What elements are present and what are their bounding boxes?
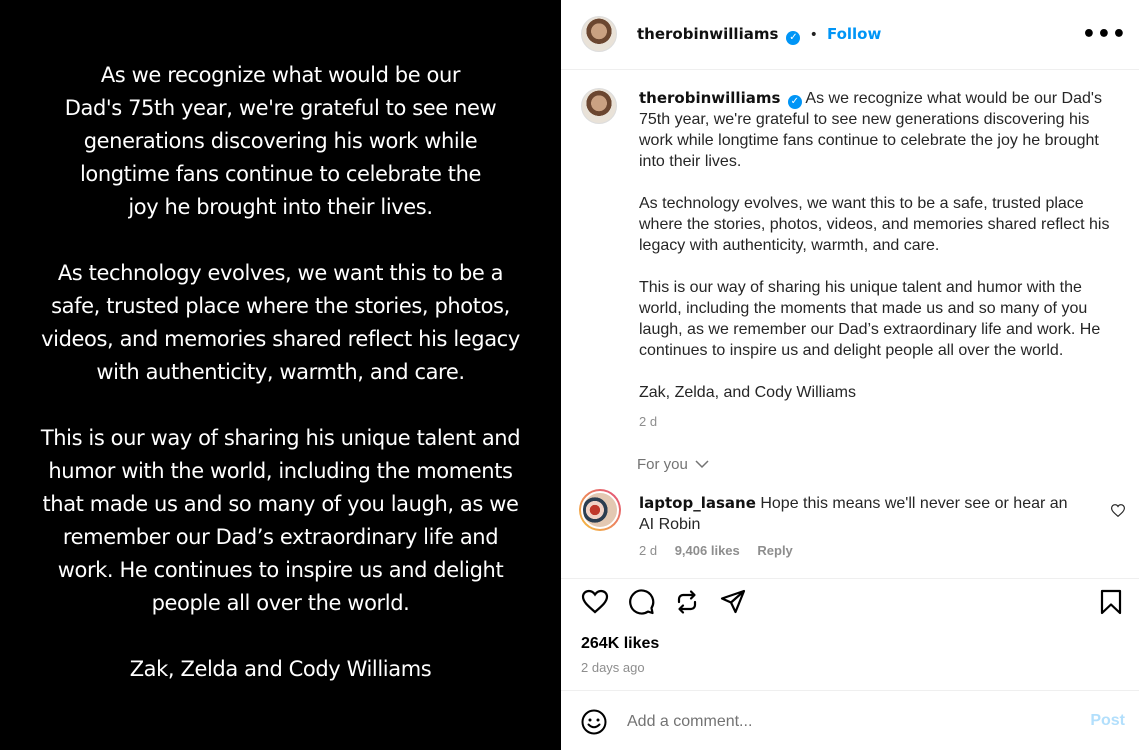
post-button[interactable]: Post — [1090, 712, 1125, 730]
post-side-panel: therobinwilliams ✓ • Follow ••• therobin… — [561, 0, 1139, 750]
commenter-username[interactable]: laptop_lasane — [639, 494, 756, 512]
author-username[interactable]: therobinwilliams — [637, 25, 778, 43]
image-paragraph-2: As technology evolves, we want this to b… — [28, 257, 533, 389]
caption-paragraph: As technology evolves, we want this to b… — [639, 195, 1110, 254]
image-line: As technology evolves, we want this to b… — [57, 261, 504, 285]
comment-likes[interactable]: 9,406 likes — [675, 543, 740, 558]
image-line: people all over the world. — [151, 591, 410, 615]
image-line: work. He continues to inspire us and del… — [57, 558, 504, 582]
image-line: Dad's 75th year, we're grateful to see n… — [64, 96, 497, 120]
caption: therobinwilliams ✓ As we recognize what … — [639, 88, 1114, 432]
comment-input[interactable] — [627, 710, 1067, 734]
image-line: This is our way of sharing his unique ta… — [40, 426, 521, 450]
comment-meta: 2 d 9,406 likes Reply — [639, 543, 807, 558]
author-avatar[interactable] — [581, 16, 617, 52]
post-image: As we recognize what would be our Dad's … — [0, 0, 561, 750]
caption-time[interactable]: 2 d — [639, 411, 1114, 432]
follow-button[interactable]: Follow — [827, 25, 881, 43]
image-line: humor with the world, including the mome… — [48, 459, 513, 483]
image-line: Zak, Zelda and Cody Williams — [129, 657, 432, 681]
comment-body: laptop_lasane Hope this means we'll neve… — [639, 493, 1079, 535]
likes-count[interactable]: 264K likes — [581, 635, 659, 653]
comments-filter-label: For you — [637, 456, 688, 473]
emoji-icon[interactable] — [581, 709, 607, 739]
image-line: As we recognize what would be our — [100, 63, 461, 87]
image-line: remember our Dad’s extraordinary life an… — [62, 525, 499, 549]
image-line: videos, and memories shared reflect his … — [41, 327, 520, 351]
caption-paragraph: Zak, Zelda, and Cody Williams — [639, 384, 856, 401]
separator-dot: • — [809, 27, 818, 43]
image-line: joy he brought into their lives. — [128, 195, 433, 219]
post-date[interactable]: 2 days ago — [581, 660, 645, 675]
more-options-icon[interactable]: ••• — [1082, 22, 1127, 47]
chevron-down-icon — [695, 460, 709, 472]
verified-badge-icon: ✓ — [787, 95, 802, 109]
image-paragraph-1: As we recognize what would be our Dad's … — [28, 59, 533, 224]
caption-paragraph: This is our way of sharing his unique ta… — [639, 279, 1101, 359]
image-line: generations discovering his work while — [83, 129, 478, 153]
comments-filter-dropdown[interactable]: For you — [637, 456, 709, 473]
post-header: therobinwilliams ✓ • Follow ••• — [561, 0, 1139, 70]
caption-avatar[interactable] — [581, 88, 617, 124]
caption-username[interactable]: therobinwilliams — [639, 89, 780, 107]
verified-badge-icon: ✓ — [786, 31, 801, 45]
bookmark-icon[interactable] — [1097, 588, 1125, 616]
share-icon[interactable] — [719, 588, 747, 616]
image-line: that made us and so many of you laugh, a… — [42, 492, 519, 516]
reply-button[interactable]: Reply — [757, 543, 792, 558]
caption-paragraph: therobinwilliams ✓ As we recognize what … — [639, 88, 1114, 172]
comment-like-heart-icon[interactable] — [1110, 502, 1126, 521]
repost-icon[interactable] — [673, 588, 701, 616]
commenter-avatar[interactable] — [579, 489, 621, 531]
author-line: therobinwilliams ✓ • Follow — [637, 24, 881, 45]
image-signature: Zak, Zelda and Cody Williams — [28, 653, 533, 686]
comment-icon[interactable] — [627, 588, 655, 616]
image-line: safe, trusted place where the stories, p… — [51, 294, 510, 318]
comment-time[interactable]: 2 d — [639, 543, 657, 558]
heart-icon[interactable] — [581, 588, 609, 616]
action-bar: 264K likes 2 days ago — [561, 578, 1139, 691]
image-line: longtime fans continue to celebrate the — [79, 162, 482, 186]
add-comment-bar: Post — [561, 692, 1139, 750]
image-paragraph-3: This is our way of sharing his unique ta… — [28, 422, 533, 620]
image-line: with authenticity, warmth, and care. — [96, 360, 465, 384]
